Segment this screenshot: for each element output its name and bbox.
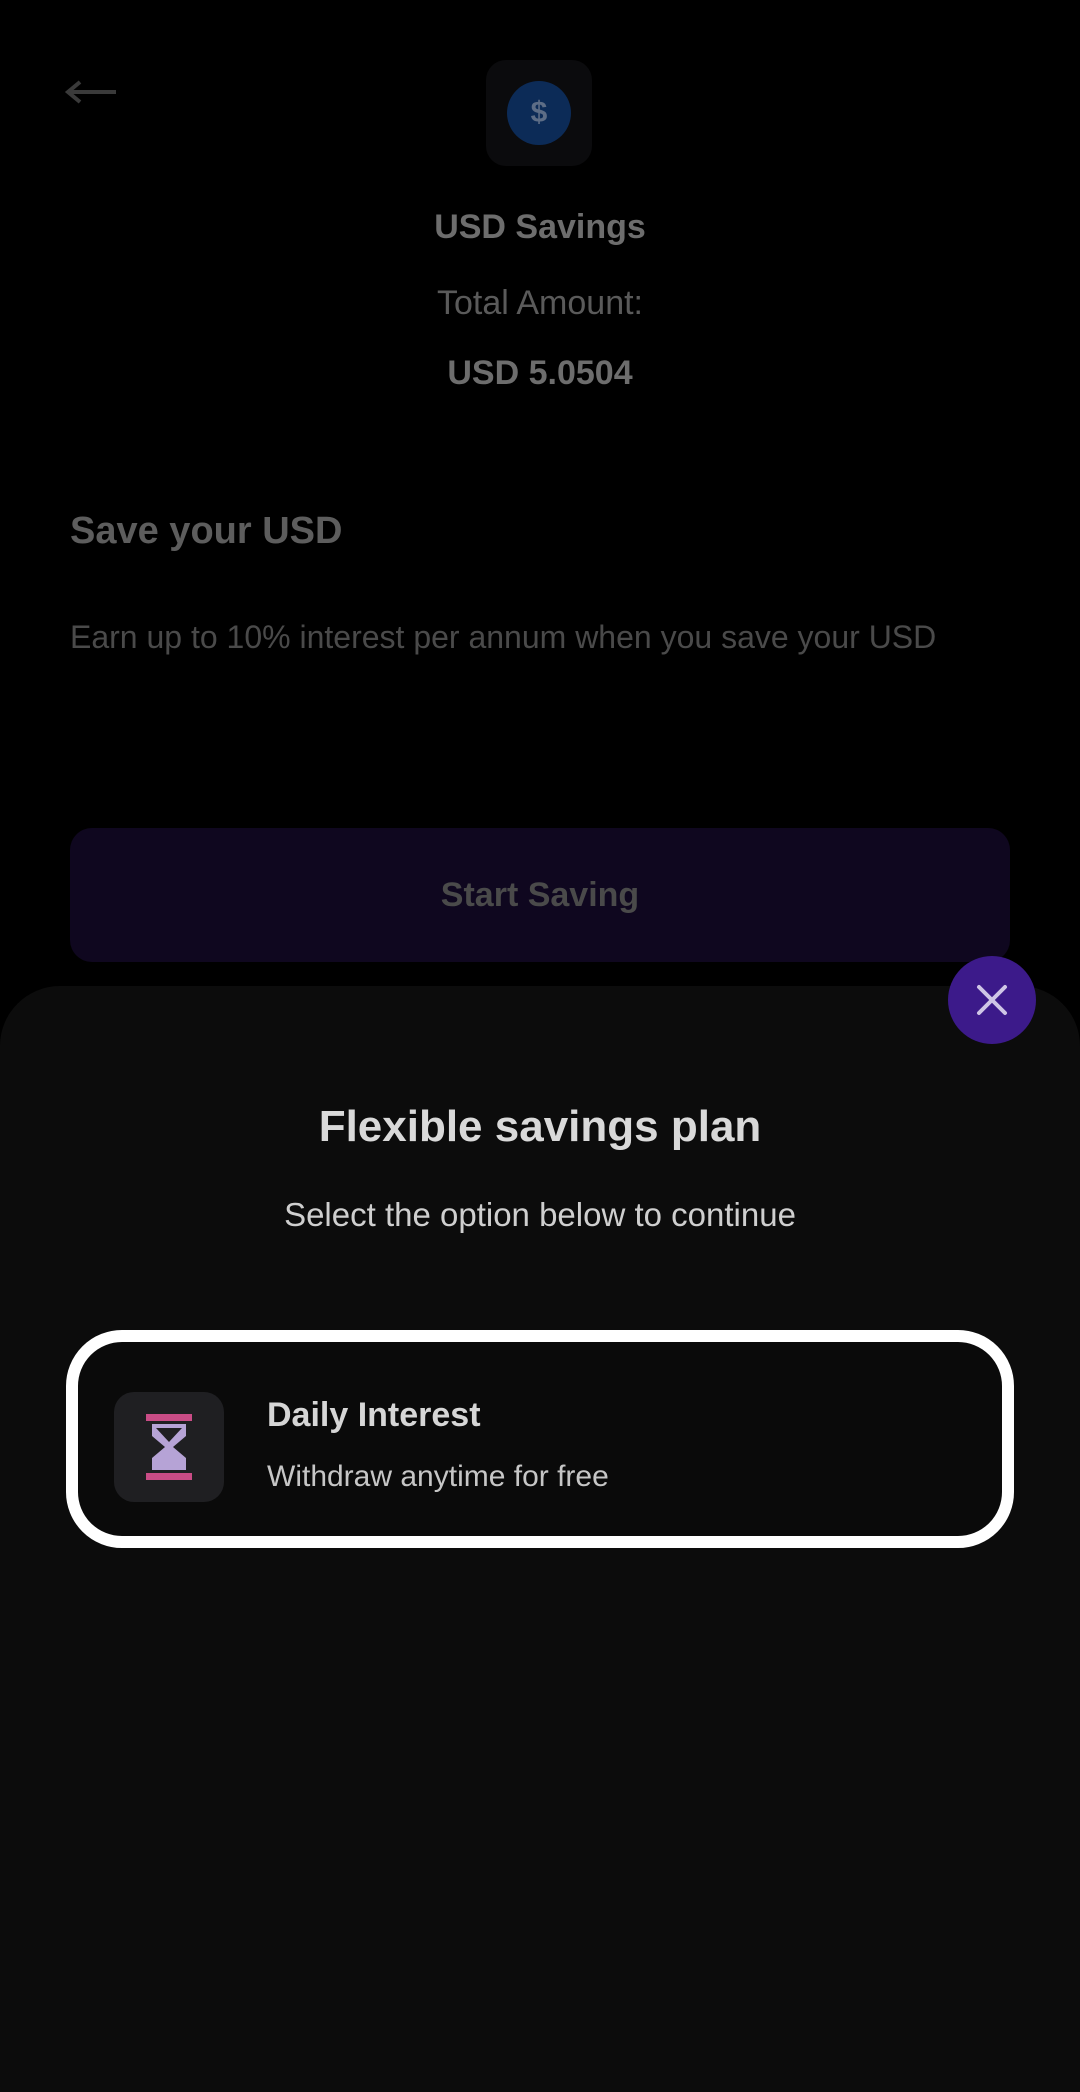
sheet-title: Flexible savings plan bbox=[318, 1102, 762, 1151]
total-amount-value: USD 5.0504 bbox=[447, 354, 633, 392]
back-button[interactable] bbox=[64, 72, 128, 112]
dollar-icon: $ bbox=[507, 81, 571, 145]
hourglass-icon bbox=[146, 1414, 192, 1480]
option-icon-tile bbox=[114, 1392, 224, 1502]
account-name: USD Savings bbox=[434, 208, 646, 246]
option-subtitle: Withdraw anytime for free bbox=[267, 1460, 609, 1493]
save-description: Earn up to 10% interest per annum when y… bbox=[70, 619, 937, 655]
save-heading: Save your USD bbox=[70, 510, 343, 552]
sheet-subtitle: Select the option below to continue bbox=[284, 1196, 796, 1233]
arrow-left-icon bbox=[64, 80, 116, 104]
total-amount-label: Total Amount: bbox=[436, 284, 643, 322]
currency-logo: $ bbox=[486, 60, 592, 166]
option-title: Daily Interest bbox=[267, 1396, 481, 1434]
start-saving-button[interactable]: Start Saving bbox=[70, 828, 1010, 962]
close-button[interactable] bbox=[948, 956, 1036, 1044]
close-icon bbox=[977, 985, 1007, 1015]
